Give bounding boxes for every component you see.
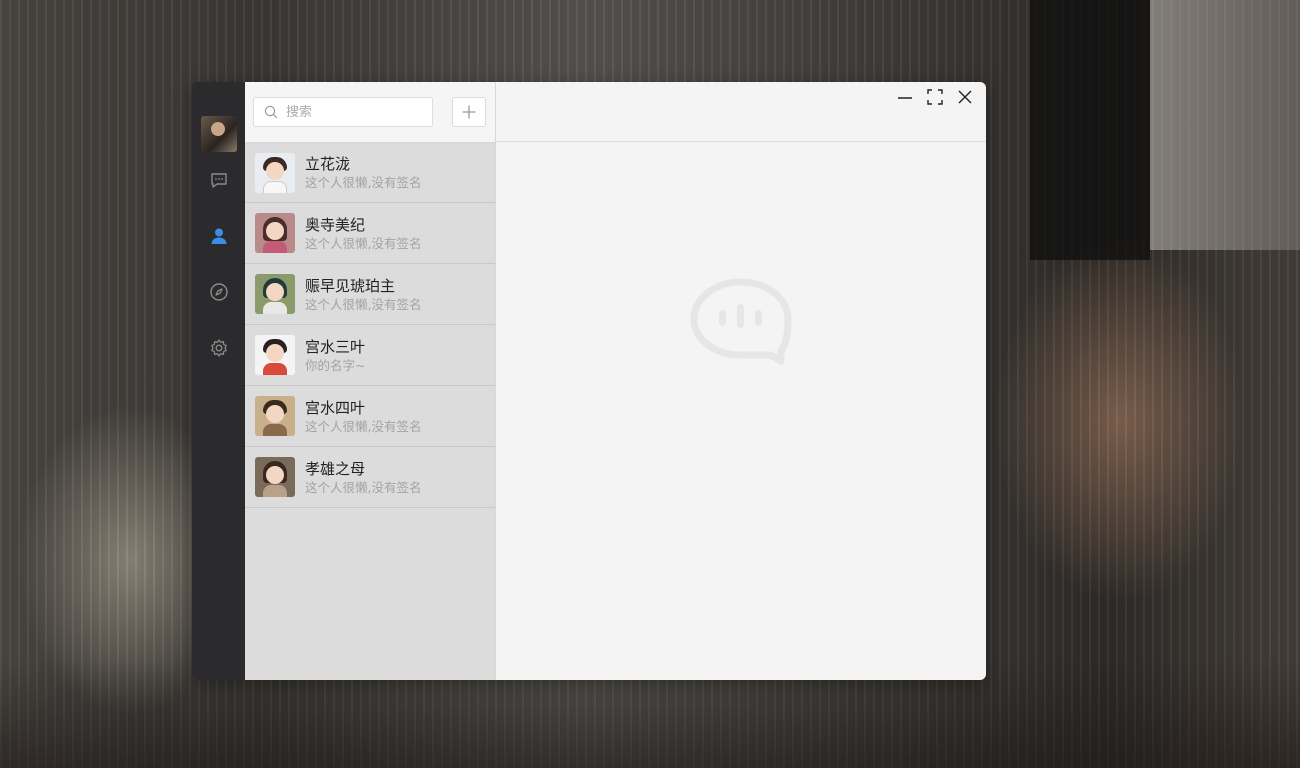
chat-header xyxy=(496,82,986,142)
contact-signature: 这个人很懒,没有签名 xyxy=(305,418,422,434)
contact-name: 孝雄之母 xyxy=(305,459,366,478)
search-bar xyxy=(245,82,495,142)
contact-signature: 你的名字~ xyxy=(305,357,366,373)
search-input[interactable] xyxy=(286,104,416,120)
contact-signature: 这个人很懒,没有签名 xyxy=(305,175,422,190)
contact-signature: 这个人很懒,没有签名 xyxy=(305,235,422,251)
contact-signature: 这个人很懒,没有签名 xyxy=(305,296,422,312)
contact-signature: 这个人很懒,没有签名 xyxy=(305,479,422,495)
minimize-button[interactable] xyxy=(890,87,920,107)
contact-name: 赈早见琥珀主 xyxy=(305,276,396,295)
contact-item[interactable]: 赈早见琥珀主 这个人很懒,没有签名 xyxy=(245,264,495,325)
close-icon xyxy=(958,90,972,104)
contact-item[interactable]: 立花泷 这个人很懒,没有签名 xyxy=(245,142,495,203)
avatar xyxy=(255,396,295,436)
contact-name: 奥寺美纪 xyxy=(305,215,366,234)
contact-item[interactable]: 孝雄之母 这个人很懒,没有签名 xyxy=(245,447,495,508)
nav-item-chat[interactable] xyxy=(192,152,245,208)
nav-item-settings[interactable] xyxy=(192,320,245,376)
contact-item[interactable]: 奥寺美纪 这个人很懒,没有签名 xyxy=(245,203,495,264)
nav-item-contacts[interactable] xyxy=(192,208,245,264)
contact-item[interactable]: 宫水三叶 你的名字~ xyxy=(245,325,495,386)
plus-icon xyxy=(462,105,476,119)
add-contact-button[interactable] xyxy=(452,97,486,127)
contact-list: 立花泷 这个人很懒,没有签名 奥寺美纪 这个人很懒,没有签名 赈早见琥珀主 这个… xyxy=(245,142,495,508)
avatar xyxy=(255,274,295,314)
maximize-icon xyxy=(927,89,943,105)
search-icon xyxy=(264,105,278,119)
window-controls xyxy=(890,87,980,107)
wallpaper-window xyxy=(1030,0,1150,260)
chat-logo-icon xyxy=(690,278,792,365)
close-button[interactable] xyxy=(950,87,980,107)
avatar xyxy=(255,457,295,497)
avatar xyxy=(255,213,295,253)
avatar xyxy=(255,335,295,375)
gear-icon xyxy=(210,339,227,357)
wallpaper-curtain xyxy=(1150,0,1300,250)
contact-name: 宫水三叶 xyxy=(305,337,366,356)
chat-bubble-icon xyxy=(210,173,227,188)
nav-sidebar xyxy=(192,82,245,680)
compass-icon xyxy=(209,283,228,301)
nav-item-discover[interactable] xyxy=(192,264,245,320)
user-icon xyxy=(211,228,226,244)
contact-name: 宫水四叶 xyxy=(305,398,366,417)
contact-list-panel: 立花泷 这个人很懒,没有签名 奥寺美纪 这个人很懒,没有签名 xyxy=(245,82,495,680)
minimize-icon xyxy=(898,97,912,99)
maximize-button[interactable] xyxy=(920,87,950,107)
contact-item[interactable]: 宫水四叶 这个人很懒,没有签名 xyxy=(245,386,495,447)
contact-name: 立花泷 xyxy=(305,155,351,173)
my-avatar[interactable] xyxy=(200,116,237,152)
avatar xyxy=(255,152,295,193)
search-box[interactable] xyxy=(253,97,433,127)
chat-app-window: 立花泷 这个人很懒,没有签名 奥寺美纪 这个人很懒,没有签名 xyxy=(192,82,986,680)
chat-panel xyxy=(495,82,986,680)
